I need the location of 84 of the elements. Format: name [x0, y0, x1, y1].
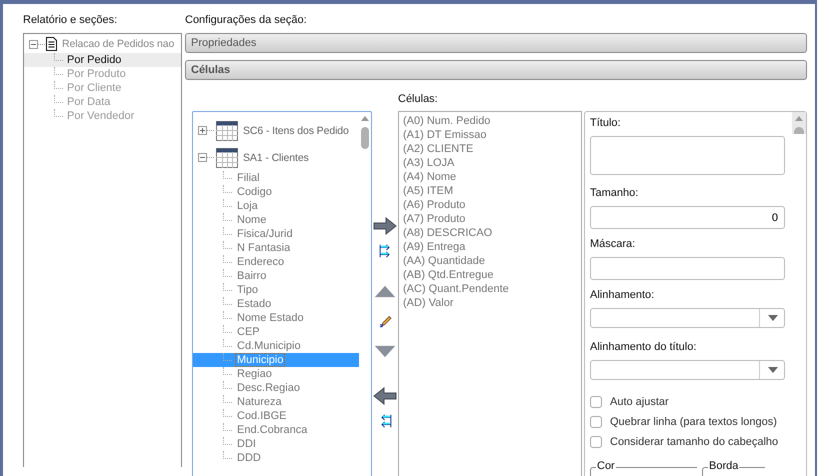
field-label: Título:	[590, 116, 622, 130]
field-item[interactable]: Bairro	[236, 270, 268, 282]
pencil-icon[interactable]	[378, 314, 392, 330]
document-icon	[46, 37, 57, 51]
scroll-thumb[interactable]	[794, 127, 804, 134]
cell-item[interactable]: (A3) LOJA	[403, 156, 581, 170]
checkbox-label: Auto ajustar	[610, 396, 669, 408]
tree-item[interactable]: Por Pedido	[24, 53, 181, 67]
cell-item[interactable]: (A5) ITEM	[403, 184, 581, 198]
cell-item[interactable]: (A1) DT Emissao	[403, 128, 581, 142]
collapse-icon[interactable]	[198, 153, 207, 162]
transfer-icon[interactable]	[378, 243, 392, 259]
scroll-up-icon[interactable]	[795, 116, 803, 121]
expand-icon[interactable]	[198, 126, 207, 135]
cell-item[interactable]: (AD) Valor	[403, 296, 581, 310]
group-label: Borda	[708, 460, 740, 472]
caret-icon	[768, 367, 778, 373]
scroll-up-icon[interactable]	[361, 116, 369, 121]
tree-item[interactable]: Por Data	[24, 95, 181, 109]
field-item[interactable]: Natureza	[236, 396, 283, 408]
section-label: Relatório e seções:	[23, 13, 118, 27]
cell-item[interactable]: (AB) Qtd.Entregue	[403, 268, 581, 282]
caret-icon	[768, 315, 778, 321]
section-header[interactable]: Propriedades	[185, 33, 807, 53]
field-item[interactable]: Regiao	[236, 368, 273, 380]
cell-item[interactable]: (A2) CLIENTE	[403, 142, 581, 156]
text-field[interactable]: 0	[590, 206, 785, 229]
field-item[interactable]: CEP	[236, 326, 261, 338]
cell-item[interactable]: (A0) Num. Pedido	[403, 114, 581, 128]
field-label: Alinhamento do título:	[590, 340, 698, 354]
field-item[interactable]: Filial	[236, 172, 261, 184]
checkbox[interactable]	[590, 416, 602, 428]
field-item[interactable]: Loja	[236, 200, 259, 212]
transfer-icon[interactable]	[378, 413, 392, 429]
cell-item[interactable]: (A6) Produto	[403, 198, 581, 212]
cell-item[interactable]: (AC) Quant.Pendente	[403, 282, 581, 296]
collapse-icon[interactable]	[29, 40, 38, 48]
field-label: Tamanho:	[590, 186, 640, 200]
field-item[interactable]: Desc.Regiao	[236, 382, 301, 394]
field-label: Alinhamento:	[590, 288, 656, 302]
tree-item[interactable]: Relacao de Pedidos nao	[62, 38, 174, 50]
dropdown[interactable]	[590, 308, 785, 328]
arrow-left-icon[interactable]	[373, 387, 397, 405]
field-item[interactable]: Cod.IBGE	[236, 410, 288, 422]
triangle-down-icon[interactable]	[373, 345, 397, 358]
tree-item[interactable]: Por Vendedor	[24, 109, 181, 123]
group-label: Cor	[596, 460, 616, 472]
table-name[interactable]: SC6 - Itens dos Pedido	[243, 124, 349, 136]
tree-item[interactable]: Por Cliente	[24, 81, 181, 95]
cell-item[interactable]: (A8) DESCRICAO	[403, 226, 581, 240]
cell-item[interactable]: (AA) Quantidade	[403, 254, 581, 268]
field-item[interactable]: Tipo	[236, 284, 259, 296]
cell-item[interactable]: (A4) Nome	[403, 170, 581, 184]
checkbox[interactable]	[590, 436, 602, 448]
table-icon	[216, 120, 238, 140]
cells-label: Células:	[398, 92, 438, 106]
field-item[interactable]: DDI	[236, 438, 257, 450]
field-item[interactable]: DDD	[236, 452, 262, 464]
text-field[interactable]	[590, 257, 785, 280]
field-item[interactable]: N Fantasia	[236, 242, 292, 254]
title-field[interactable]	[590, 136, 785, 175]
field-label: Máscara:	[590, 237, 636, 251]
field-item[interactable]: Estado	[236, 298, 272, 310]
section-header[interactable]: Células	[185, 60, 807, 80]
table-icon	[216, 148, 238, 168]
field-item[interactable]: End.Cobranca	[236, 424, 308, 436]
field-item[interactable]: Nome	[236, 214, 268, 226]
checkbox-label: Considerar tamanho do cabeçalho	[610, 436, 778, 448]
tree-item[interactable]: Por Produto	[24, 67, 181, 81]
cell-item[interactable]: (A9) Entrega	[403, 240, 581, 254]
triangle-up-icon[interactable]	[373, 285, 397, 298]
checkbox[interactable]	[590, 396, 602, 408]
field-item[interactable]: Codigo	[236, 186, 273, 198]
field-item[interactable]: Cd.Municipio	[236, 340, 302, 352]
field-item[interactable]: Fisica/Jurid	[236, 228, 294, 240]
arrow-right-icon[interactable]	[373, 217, 397, 235]
field-item[interactable]: Nome Estado	[236, 312, 305, 324]
section-label: Configurações da seção:	[185, 13, 308, 27]
field-item[interactable]: Endereco	[236, 256, 286, 268]
checkbox-label: Quebrar linha (para textos longos)	[610, 416, 777, 428]
cell-item[interactable]: (A7) Produto	[403, 212, 581, 226]
dropdown[interactable]	[590, 360, 785, 380]
table-name[interactable]: SA1 - Clientes	[243, 152, 309, 164]
scroll-thumb[interactable]	[361, 127, 369, 149]
